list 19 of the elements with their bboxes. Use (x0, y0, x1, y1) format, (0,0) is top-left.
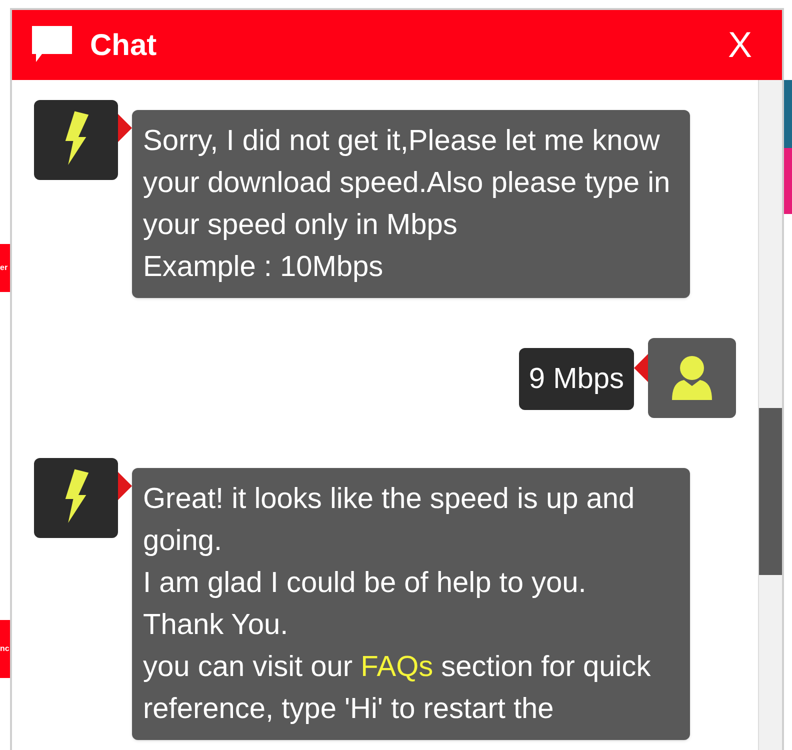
message-text: I am glad I could be of help to you. (143, 566, 588, 601)
message-text: Sorry, I did not get it,Please let me know your download speed.Also please type in your speed only in Mbps (143, 124, 672, 243)
window-title: Chat (90, 28, 157, 64)
message-text: Example : 10Mbps (143, 250, 384, 285)
close-button[interactable]: X (728, 27, 752, 63)
pointer-icon (118, 472, 132, 500)
scrollbar[interactable] (758, 80, 782, 750)
background-label: er (0, 264, 8, 272)
message-text: 9 Mbps (528, 362, 624, 397)
pointer-icon (118, 114, 132, 142)
scrollbar-thumb[interactable] (759, 408, 782, 575)
message-text: Great! it looks like the speed is up and going. (143, 482, 636, 559)
person-icon (670, 354, 714, 402)
faq-link[interactable]: FAQs (360, 651, 434, 683)
chat-bubble-icon (32, 26, 74, 64)
message-text: Thank You. (143, 608, 290, 643)
message-text: you can visit our FAQs section for quick reference, type 'Hi' to restart the (143, 650, 652, 727)
pointer-icon (634, 354, 648, 382)
background-label: nc (0, 645, 10, 653)
